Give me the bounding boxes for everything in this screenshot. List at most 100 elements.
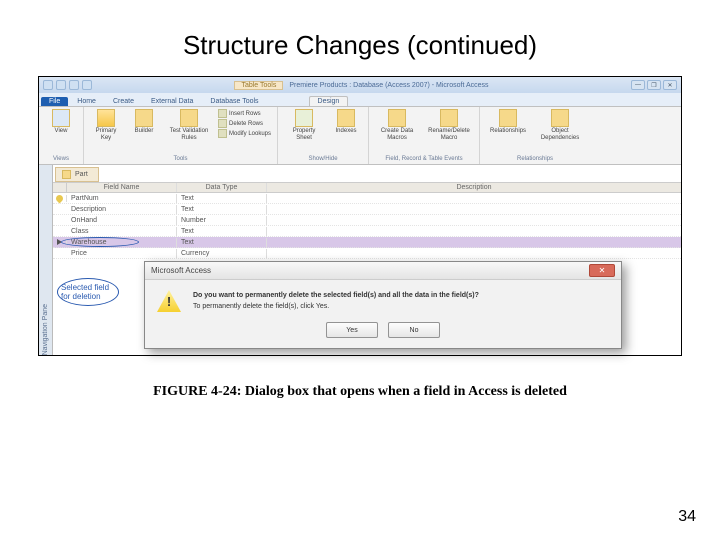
- test-rules-button[interactable]: Test Validation Rules: [166, 109, 212, 142]
- description-cell[interactable]: [267, 197, 681, 199]
- header-data-type[interactable]: Data Type: [177, 183, 267, 192]
- insert-rows-button[interactable]: Insert Rows: [218, 109, 271, 118]
- primary-key-indicator-icon: [55, 193, 65, 203]
- events-caption: Field, Record & Table Events: [375, 156, 473, 162]
- insert-rows-icon: [218, 109, 227, 118]
- slide-title: Structure Changes (continued): [0, 0, 720, 76]
- field-name-cell[interactable]: Class: [67, 227, 177, 236]
- rename-delete-button[interactable]: Rename/Delete Macro: [425, 109, 473, 142]
- tab-create[interactable]: Create: [105, 97, 142, 106]
- primary-key-label: Primary Key: [90, 128, 122, 142]
- group-relationships: Relationships Object Dependencies Relati…: [480, 107, 590, 164]
- data-type-cell[interactable]: Text: [177, 227, 267, 236]
- table-row[interactable]: ClassText: [53, 226, 681, 237]
- group-views: View Views: [39, 107, 84, 164]
- header-field-name[interactable]: Field Name: [67, 183, 177, 192]
- description-cell[interactable]: [267, 241, 681, 243]
- view-button[interactable]: View: [45, 109, 77, 135]
- table-row[interactable]: DescriptionText: [53, 204, 681, 215]
- header-description[interactable]: Description: [267, 183, 681, 192]
- tools-caption: Tools: [90, 156, 271, 162]
- indexes-icon: [337, 109, 355, 127]
- builder-icon: [135, 109, 153, 127]
- confirm-delete-dialog: Microsoft Access ✕ ! Do you want to perm…: [144, 261, 622, 349]
- rename-delete-label: Rename/Delete Macro: [425, 128, 473, 142]
- description-cell[interactable]: [267, 230, 681, 232]
- relationships-button[interactable]: Relationships: [486, 109, 530, 135]
- description-cell[interactable]: [267, 252, 681, 254]
- tab-home[interactable]: Home: [69, 97, 104, 106]
- test-rules-icon: [180, 109, 198, 127]
- tab-design[interactable]: Design: [309, 96, 349, 106]
- test-rules-label: Test Validation Rules: [166, 128, 212, 142]
- tab-database-tools[interactable]: Database Tools: [202, 97, 266, 106]
- table-row[interactable]: PriceCurrency: [53, 248, 681, 259]
- dependencies-button[interactable]: Object Dependencies: [536, 109, 584, 142]
- indexes-button[interactable]: Indexes: [330, 109, 362, 135]
- builder-label: Builder: [135, 128, 154, 135]
- dialog-main-text: Do you want to permanently delete the se…: [193, 290, 479, 301]
- dialog-titlebar: Microsoft Access ✕: [145, 262, 621, 280]
- insert-rows-label: Insert Rows: [229, 111, 261, 117]
- field-name-cell[interactable]: PartNum: [67, 194, 177, 203]
- modify-lookups-icon: [218, 129, 227, 138]
- object-tab-part[interactable]: Part: [55, 167, 99, 182]
- description-cell[interactable]: [267, 208, 681, 210]
- dialog-close-button[interactable]: ✕: [589, 264, 615, 277]
- object-tab-label: Part: [75, 171, 88, 178]
- relationships-icon: [499, 109, 517, 127]
- data-type-cell[interactable]: Text: [177, 194, 267, 203]
- indexes-label: Indexes: [336, 128, 357, 135]
- quick-access-toolbar: [43, 80, 92, 90]
- data-type-cell[interactable]: Text: [177, 205, 267, 214]
- group-showhide: Property Sheet Indexes Show/Hide: [278, 107, 369, 164]
- maximize-button[interactable]: ❐: [647, 80, 661, 90]
- tab-file[interactable]: File: [41, 97, 68, 106]
- ribbon: View Views Primary Key Builder Test Vali…: [39, 107, 681, 165]
- dialog-yes-button[interactable]: Yes: [326, 322, 378, 338]
- data-type-cell[interactable]: Text: [177, 238, 267, 247]
- work-area: Navigation Pane Part Field Name Data Typ…: [39, 165, 681, 355]
- modify-lookups-button[interactable]: Modify Lookups: [218, 129, 271, 138]
- create-macros-button[interactable]: Create Data Macros: [375, 109, 419, 142]
- primary-key-button[interactable]: Primary Key: [90, 109, 122, 142]
- figure-caption: FIGURE 4-24: Dialog box that opens when …: [0, 384, 720, 400]
- delete-rows-icon: [218, 119, 227, 128]
- dialog-sub-text: To permanently delete the field(s), clic…: [193, 301, 479, 312]
- field-name-cell[interactable]: OnHand: [67, 216, 177, 225]
- field-name-cell[interactable]: Price: [67, 249, 177, 258]
- field-name-cell[interactable]: Description: [67, 205, 177, 214]
- callout-line1: Selected field: [61, 283, 109, 292]
- delete-rows-label: Delete Rows: [229, 121, 263, 127]
- table-icon: [62, 170, 71, 179]
- context-tab-label: Table Tools: [234, 81, 283, 90]
- undo-icon[interactable]: [69, 80, 79, 90]
- property-sheet-button[interactable]: Property Sheet: [284, 109, 324, 142]
- builder-button[interactable]: Builder: [128, 109, 160, 135]
- description-cell[interactable]: [267, 219, 681, 221]
- callout-text: Selected field for deletion: [61, 283, 109, 301]
- group-tools: Primary Key Builder Test Validation Rule…: [84, 107, 278, 164]
- table-row[interactable]: PartNumText: [53, 193, 681, 204]
- delete-rows-button[interactable]: Delete Rows: [218, 119, 271, 128]
- create-macros-label: Create Data Macros: [375, 128, 419, 142]
- close-button[interactable]: ✕: [663, 80, 677, 90]
- dialog-no-button[interactable]: No: [388, 322, 440, 338]
- access-icon: [43, 80, 53, 90]
- table-row[interactable]: WarehouseText: [53, 237, 681, 248]
- data-type-cell[interactable]: Currency: [177, 249, 267, 258]
- table-row[interactable]: OnHandNumber: [53, 215, 681, 226]
- access-window: Table Tools Premiere Products : Database…: [39, 77, 681, 355]
- property-sheet-icon: [295, 109, 313, 127]
- figure-screenshot: Table Tools Premiere Products : Database…: [38, 76, 682, 356]
- minimize-button[interactable]: —: [631, 80, 645, 90]
- window-title: Premiere Products : Database (Access 200…: [289, 82, 488, 89]
- data-type-cell[interactable]: Number: [177, 216, 267, 225]
- callout-line2: for deletion: [61, 292, 101, 301]
- tab-external-data[interactable]: External Data: [143, 97, 201, 106]
- ribbon-tabs: File Home Create External Data Database …: [39, 93, 681, 107]
- navigation-pane-collapsed[interactable]: Navigation Pane: [39, 165, 53, 355]
- redo-icon[interactable]: [82, 80, 92, 90]
- save-icon[interactable]: [56, 80, 66, 90]
- group-events: Create Data Macros Rename/Delete Macro F…: [369, 107, 480, 164]
